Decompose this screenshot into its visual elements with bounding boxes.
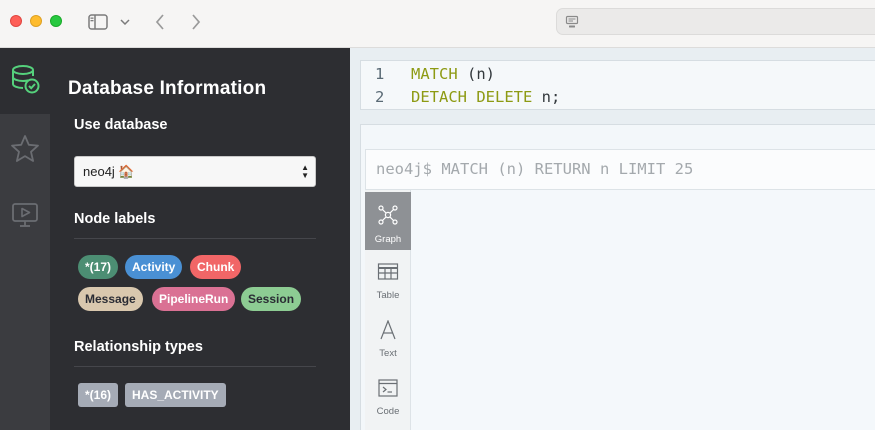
node-label-pill[interactable]: Message [78,287,143,311]
node-labels-heading: Node labels [74,211,156,227]
nav-rail [0,48,50,430]
monitor-play-icon [9,199,41,236]
section-divider [74,366,316,367]
result-view-tabs: Graph Table Text Code [365,190,411,430]
chevron-down-icon[interactable] [118,10,132,34]
cypher-editor[interactable]: 1 MATCH (n) 2 DETACH DELETE n; [360,60,875,110]
database-info-panel: Database Information Use database neo4j … [50,48,340,430]
code-text: (n) [457,65,495,83]
code-icon [377,378,399,403]
tab-label: Table [376,290,400,301]
node-label-pill[interactable]: *(17) [78,255,119,279]
tab-text[interactable]: Text [365,308,411,366]
tab-label: Code [376,406,400,417]
database-select-value: neo4j 🏠 [83,164,135,179]
browser-toolbar [0,0,875,48]
result-frame-header[interactable]: neo4j$ MATCH (n) RETURN n LIMIT 25 [365,149,875,190]
query-prompt: neo4j$ MATCH (n) RETURN n LIMIT 25 [376,160,694,178]
code-text: n; [532,88,561,106]
tab-table[interactable]: Table [365,250,411,308]
tab-label: Text [379,348,397,359]
graph-icon [377,204,399,231]
panel-divider[interactable] [340,48,350,430]
rail-guides-button[interactable] [0,184,50,250]
back-arrow-icon[interactable] [150,10,170,34]
code-keyword: DETACH DELETE [411,88,533,106]
tab-code[interactable]: Code [365,366,411,424]
relationship-type-tag[interactable]: HAS_ACTIVITY [125,383,226,407]
window-zoom-button[interactable] [50,15,62,27]
database-select[interactable]: neo4j 🏠 ▲ ▼ [74,156,316,187]
line-number: 2 [375,88,385,106]
rail-database-button[interactable] [0,48,50,114]
text-icon [377,319,399,345]
address-bar[interactable] [556,8,875,35]
use-database-heading: Use database [74,117,168,133]
window-close-button[interactable] [10,15,22,27]
select-arrows-icon: ▲ ▼ [301,163,309,180]
relationship-type-tag[interactable]: *(16) [78,383,119,407]
line-number: 1 [375,65,385,83]
node-label-pill[interactable]: PipelineRun [152,287,236,311]
panel-title: Database Information [68,78,267,99]
graph-canvas[interactable] [365,190,875,430]
rail-favorites-button[interactable] [0,118,50,184]
table-icon [377,262,399,287]
database-check-icon [9,63,41,100]
tab-graph[interactable]: Graph [365,192,411,250]
star-icon [9,133,41,170]
sidebar-toggle-icon[interactable] [86,10,110,34]
forward-arrow-icon[interactable] [186,10,206,34]
node-label-pill[interactable]: Session [241,287,302,311]
window-minimize-button[interactable] [30,15,42,27]
relationship-types-heading: Relationship types [74,339,203,355]
code-keyword: MATCH [411,65,458,83]
node-label-pill[interactable]: Chunk [190,255,242,279]
page-icon [565,15,579,34]
section-divider [74,238,316,239]
node-label-pill[interactable]: Activity [125,255,183,279]
tab-label: Graph [374,234,402,245]
